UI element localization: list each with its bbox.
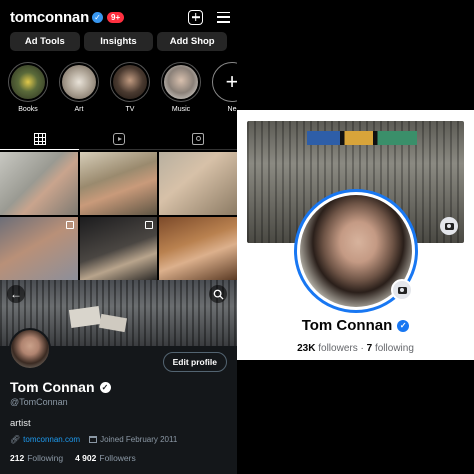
story-highlights: Books Art TV Music + Ne [8, 62, 237, 118]
highlight-new[interactable]: + Ne [212, 62, 237, 118]
post-thumbnail[interactable] [0, 152, 78, 215]
followers-label[interactable]: Followers [99, 453, 135, 463]
create-post-icon[interactable] [188, 9, 203, 25]
highlight-music[interactable]: Music [161, 62, 201, 118]
highlight-art[interactable]: Art [59, 62, 99, 118]
facebook-profile-card: Tom Connan ✓ 23K followers · 7 following [237, 110, 474, 360]
ad-tools-button[interactable]: Ad Tools [10, 32, 80, 51]
reels-icon [112, 132, 125, 145]
followers-count[interactable]: 23K [297, 343, 315, 354]
avatar[interactable] [9, 328, 51, 370]
instagram-header: tomconnan ✓ 9+ [10, 6, 230, 28]
edit-profile-picture-camera-icon[interactable] [391, 279, 413, 301]
following-label[interactable]: Following [27, 453, 63, 463]
verified-badge-icon: ✓ [99, 381, 111, 393]
edit-cover-camera-icon[interactable] [440, 217, 458, 235]
following-count[interactable]: 7 [367, 343, 373, 354]
grid-icon [33, 132, 46, 145]
verified-badge-icon: ✓ [92, 11, 104, 23]
stats-separator: · [360, 343, 364, 354]
instagram-action-buttons: Ad Tools Insights Add Shop [10, 32, 228, 51]
highlight-image [164, 65, 198, 99]
profile-name: Tom Connan ✓ [10, 379, 111, 395]
carousel-icon [145, 221, 154, 229]
highlight-label: TV [125, 106, 135, 113]
tab-grid[interactable] [0, 128, 79, 150]
hamburger-menu-icon[interactable] [217, 11, 230, 23]
tagged-icon [191, 132, 204, 145]
website-link[interactable]: tomconnan.com [23, 435, 80, 444]
search-icon[interactable] [209, 285, 227, 303]
back-arrow-icon[interactable]: ← [7, 285, 25, 303]
profile-handle: @TomConnan [10, 397, 68, 407]
profile-bio: artist [10, 418, 31, 429]
highlight-label: Art [74, 106, 84, 113]
tab-reels[interactable] [79, 128, 158, 150]
joined-date: Joined February 2011 [100, 435, 178, 444]
highlight-label: Music [171, 106, 191, 113]
instagram-post-grid [0, 152, 237, 280]
highlight-image [62, 65, 96, 99]
post-thumbnail[interactable] [79, 152, 158, 215]
post-thumbnail[interactable] [159, 217, 237, 280]
twitter-profile-panel: ← Edit profile Tom Connan ✓ @TomConnan a… [0, 280, 237, 474]
highlight-books[interactable]: Books [8, 62, 48, 118]
edit-profile-button[interactable]: Edit profile [162, 352, 227, 372]
followers-label[interactable]: followers [318, 343, 357, 354]
profile-name-text: Tom Connan [301, 317, 393, 334]
insights-button[interactable]: Insights [83, 32, 154, 51]
instagram-content-tabs [0, 128, 237, 150]
post-thumbnail[interactable] [159, 152, 237, 215]
follow-stats: 23K followers · 7 following [237, 343, 474, 354]
highlight-image [11, 65, 45, 99]
profile-name: Tom Connan ✓ [237, 317, 474, 334]
follow-counts: 212 Following 4 902 Followers [10, 453, 136, 463]
profile-meta: 🔗︎ tomconnan.com Joined February 2011 [10, 435, 177, 444]
instagram-profile-panel: tomconnan ✓ 9+ Ad Tools Insights Add Sho… [0, 0, 237, 280]
tab-tagged[interactable] [158, 128, 237, 150]
carousel-icon [65, 221, 74, 229]
calendar-icon [89, 436, 98, 443]
add-shop-button[interactable]: Add Shop [157, 32, 228, 51]
highlight-image [113, 65, 147, 99]
highlight-tv[interactable]: TV [110, 62, 150, 118]
instagram-username[interactable]: tomconnan [10, 9, 89, 26]
following-label[interactable]: following [375, 343, 414, 354]
profile-name-text: Tom Connan [10, 379, 95, 395]
link-icon: 🔗︎ [10, 435, 21, 444]
notification-badge[interactable]: 9+ [107, 11, 125, 23]
post-thumbnail[interactable] [79, 217, 158, 280]
followers-count[interactable]: 4 902 [75, 453, 96, 463]
verified-badge-icon: ✓ [397, 319, 410, 332]
plus-icon: + [225, 69, 237, 94]
highlight-label: Books [18, 106, 38, 113]
following-count[interactable]: 212 [10, 453, 24, 463]
highlight-label: Ne [227, 106, 237, 113]
post-thumbnail[interactable] [0, 217, 78, 280]
